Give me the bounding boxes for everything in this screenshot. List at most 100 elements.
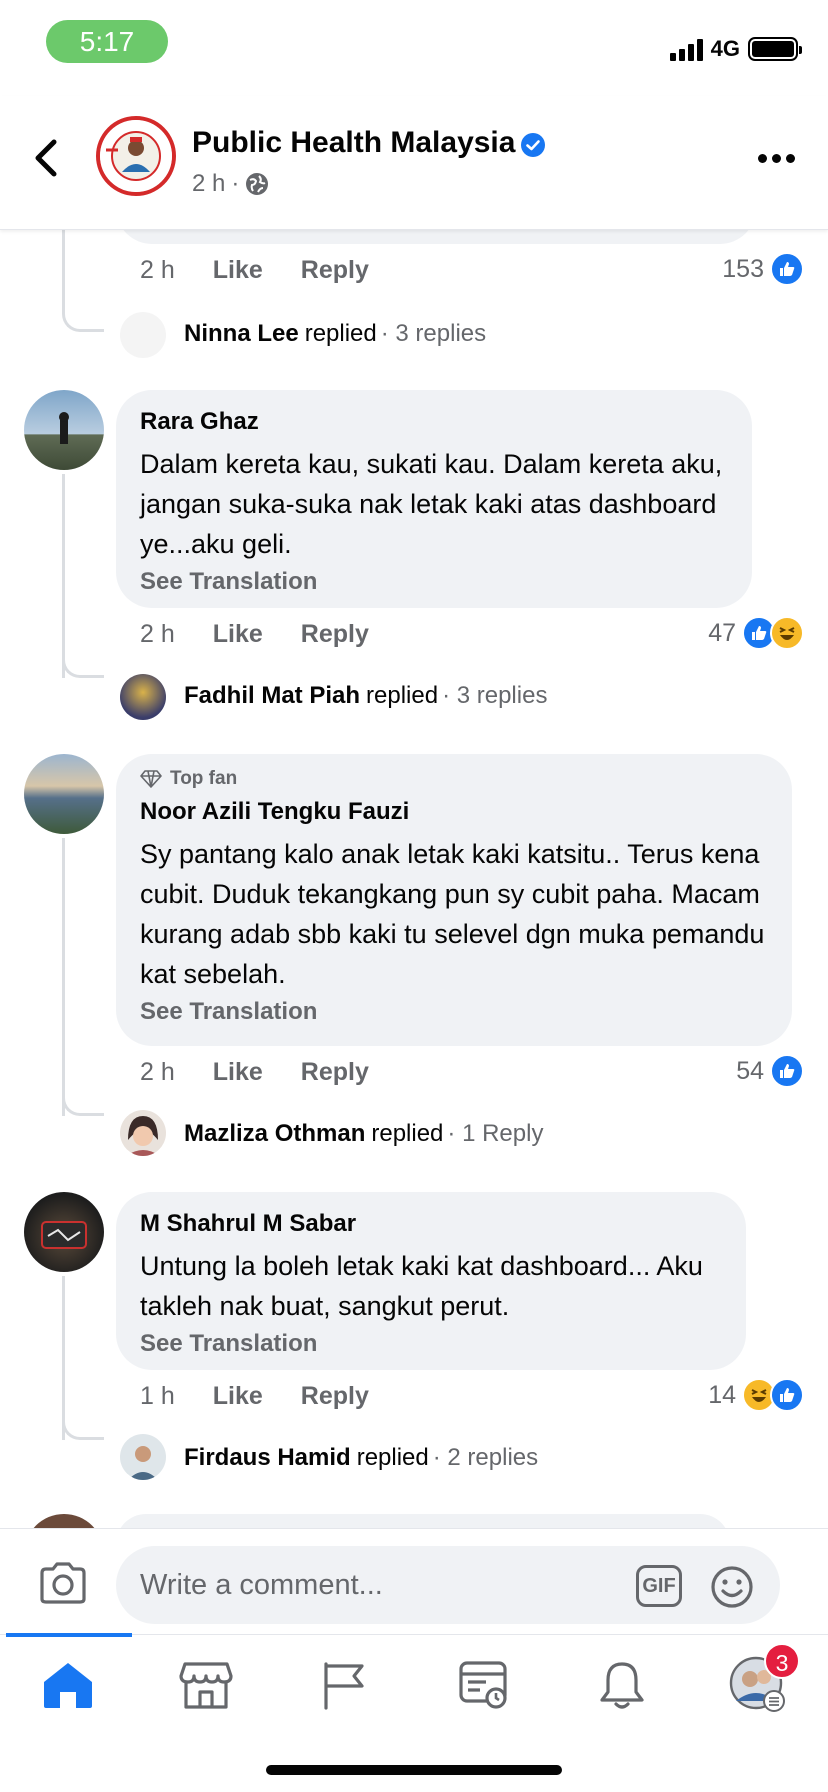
verified-badge-icon bbox=[521, 133, 545, 157]
more-options-button[interactable] bbox=[758, 148, 798, 168]
commenter-avatar[interactable] bbox=[24, 754, 104, 834]
chevron-left-icon bbox=[35, 139, 57, 177]
emoji-button[interactable] bbox=[710, 1565, 754, 1609]
camera-button[interactable] bbox=[38, 1561, 88, 1605]
avatar[interactable] bbox=[120, 312, 166, 358]
see-translation-link[interactable]: See Translation bbox=[140, 998, 768, 1026]
view-replies[interactable]: Firdaus Hamid replied · 2 replies bbox=[184, 1444, 538, 1472]
top-fan-badge: Top fan bbox=[140, 768, 768, 790]
reaction-count: 47 bbox=[708, 618, 736, 647]
back-button[interactable] bbox=[28, 136, 68, 180]
diamond-icon bbox=[140, 770, 162, 788]
reaction-summary[interactable]: 14 bbox=[708, 1378, 804, 1412]
reply-connector bbox=[62, 636, 104, 678]
commenter-avatar[interactable] bbox=[24, 390, 104, 470]
like-reaction-icon bbox=[770, 1378, 804, 1412]
reply-button[interactable]: Reply bbox=[301, 1382, 369, 1411]
gif-button[interactable]: GIF bbox=[636, 1565, 682, 1607]
reply-verb: replied bbox=[304, 320, 377, 347]
bell-icon bbox=[600, 1662, 644, 1709]
comment-author[interactable]: M Shahrul M Sabar bbox=[140, 1210, 722, 1238]
reaction-summary[interactable]: 54 bbox=[736, 1054, 804, 1088]
comment-text: Dalam kereta kau, sukati kau. Dalam kere… bbox=[140, 449, 723, 559]
comment-text: Sy pantang kalo anak letak kaki katsitu.… bbox=[140, 839, 765, 989]
post-header: Public Health Malaysia 2 h · bbox=[0, 96, 828, 230]
reply-count: · 3 replies bbox=[380, 320, 487, 347]
reply-author: Ninna Lee bbox=[184, 320, 299, 347]
tab-home[interactable] bbox=[38, 1655, 98, 1715]
reply-button[interactable]: Reply bbox=[301, 1058, 369, 1087]
comment-actions: 1 h Like Reply bbox=[140, 1382, 369, 1411]
reply-connector bbox=[62, 292, 104, 332]
smiley-icon bbox=[711, 1566, 753, 1608]
comment-time[interactable]: 1 h bbox=[140, 1382, 175, 1411]
reply-count: · 3 replies bbox=[442, 682, 548, 709]
reply-connector bbox=[62, 1074, 104, 1116]
reply-button[interactable]: Reply bbox=[301, 620, 369, 649]
like-button[interactable]: Like bbox=[213, 1058, 263, 1087]
status-time: 5:17 bbox=[46, 20, 168, 63]
tab-marketplace[interactable] bbox=[176, 1655, 236, 1715]
avatar[interactable] bbox=[120, 1434, 166, 1480]
tab-pages[interactable] bbox=[314, 1655, 374, 1715]
reply-author: Mazliza Othman bbox=[184, 1120, 366, 1147]
reply-button[interactable]: Reply bbox=[301, 256, 369, 285]
comment-actions: 2 h Like Reply bbox=[140, 620, 369, 649]
network-type: 4G bbox=[710, 36, 740, 61]
comment-composer: GIF bbox=[0, 1528, 828, 1634]
haha-reaction-icon bbox=[770, 616, 804, 650]
home-indicator bbox=[266, 1765, 562, 1775]
commenter-avatar[interactable] bbox=[24, 1192, 104, 1272]
comment-time[interactable]: 2 h bbox=[140, 256, 175, 285]
reaction-count: 153 bbox=[722, 254, 764, 283]
post-meta: 2 h · bbox=[192, 170, 269, 198]
reply-verb: replied bbox=[371, 1120, 444, 1147]
tab-feeds[interactable] bbox=[454, 1655, 514, 1715]
reply-connector bbox=[62, 1398, 104, 1440]
reply-author: Firdaus Hamid bbox=[184, 1444, 351, 1471]
thread-line bbox=[62, 230, 65, 292]
home-icon bbox=[44, 1663, 92, 1708]
avatar[interactable] bbox=[120, 1110, 166, 1156]
like-reaction-icon bbox=[770, 252, 804, 286]
reply-verb: replied bbox=[366, 682, 439, 709]
top-fan-label: Top fan bbox=[170, 768, 238, 789]
comment-actions: 2 h Like Reply bbox=[140, 256, 369, 285]
view-replies[interactable]: Ninna Lee replied · 3 replies bbox=[184, 320, 486, 348]
view-replies[interactable]: Fadhil Mat Piah replied · 3 replies bbox=[184, 682, 547, 710]
page-title[interactable]: Public Health Malaysia bbox=[192, 126, 515, 160]
comment-time[interactable]: 2 h bbox=[140, 620, 175, 649]
camera-icon bbox=[40, 1562, 86, 1604]
feeds-icon bbox=[459, 1661, 507, 1709]
like-button[interactable]: Like bbox=[213, 1382, 263, 1411]
reply-count: · 2 replies bbox=[432, 1444, 539, 1471]
comment-author[interactable]: Rara Ghaz bbox=[140, 408, 728, 436]
reaction-summary[interactable]: 47 bbox=[708, 616, 804, 650]
globe-icon bbox=[246, 173, 269, 195]
comment-author[interactable]: Noor Azili Tengku Fauzi bbox=[140, 798, 768, 826]
view-replies[interactable]: Mazliza Othman replied · 1 Reply bbox=[184, 1120, 543, 1148]
see-translation-link[interactable]: See Translation bbox=[140, 1330, 722, 1358]
comment-time[interactable]: 2 h bbox=[140, 1058, 175, 1087]
meta-separator: · bbox=[231, 170, 240, 197]
avatar[interactable] bbox=[120, 674, 166, 720]
reply-author: Fadhil Mat Piah bbox=[184, 682, 361, 709]
comment-actions: 2 h Like Reply bbox=[140, 1058, 369, 1087]
tab-notifications[interactable] bbox=[592, 1655, 652, 1715]
reaction-summary[interactable]: 153 bbox=[722, 252, 804, 286]
comment-bubble: Top fan Noor Azili Tengku Fauzi Sy panta… bbox=[116, 754, 792, 1046]
active-tab-indicator bbox=[6, 1633, 132, 1637]
pages-icon bbox=[324, 1662, 364, 1710]
post-time[interactable]: 2 h bbox=[192, 170, 225, 198]
like-button[interactable]: Like bbox=[213, 620, 263, 649]
reply-verb: replied bbox=[356, 1444, 429, 1471]
battery-icon bbox=[748, 37, 802, 61]
reaction-count: 14 bbox=[708, 1380, 736, 1409]
like-button[interactable]: Like bbox=[213, 256, 263, 285]
page-avatar[interactable] bbox=[96, 116, 176, 196]
cellular-signal-icon bbox=[669, 37, 703, 61]
see-translation-link[interactable]: See Translation bbox=[140, 568, 728, 596]
marketplace-icon bbox=[179, 1662, 233, 1709]
reply-count: · 1 Reply bbox=[447, 1120, 544, 1147]
comment-bubble: M Shahrul M Sabar Untung la boleh letak … bbox=[116, 1192, 746, 1370]
